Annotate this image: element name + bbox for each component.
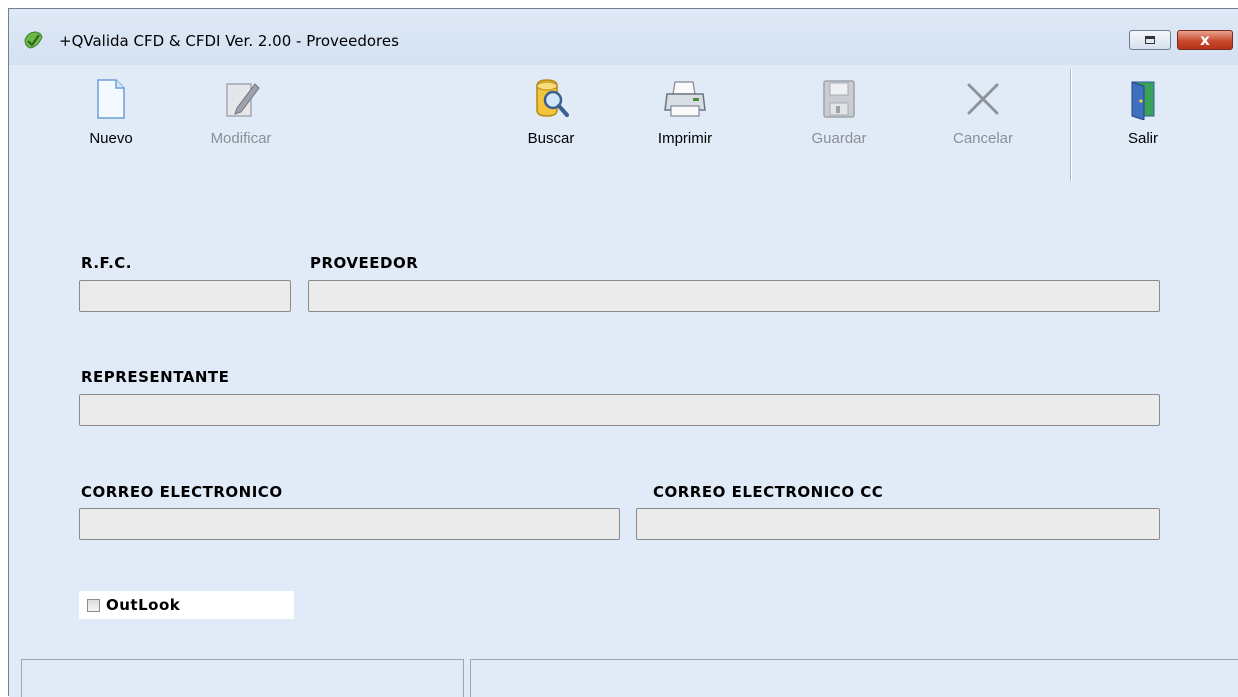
- correo-label: CORREO ELECTRONICO: [81, 483, 283, 501]
- rfc-label: R.F.C.: [81, 254, 132, 272]
- salir-label: Salir: [1127, 130, 1158, 147]
- salir-button[interactable]: Salir: [1093, 77, 1193, 147]
- app-window: +QValida CFD & CFDI Ver. 2.00 - Proveedo…: [8, 8, 1238, 697]
- correo-cc-label: CORREO ELECTRONICO CC: [653, 483, 884, 501]
- guardar-button[interactable]: Guardar: [789, 77, 889, 147]
- search-icon: [536, 79, 569, 117]
- outlook-option[interactable]: OutLook: [79, 591, 294, 619]
- guardar-label: Guardar: [811, 130, 867, 147]
- modificar-button[interactable]: Modificar: [191, 77, 291, 147]
- buscar-button[interactable]: Buscar: [501, 77, 601, 147]
- imprimir-button[interactable]: Imprimir: [635, 77, 735, 147]
- new-document-icon: [97, 79, 125, 119]
- status-bar: [9, 659, 1238, 697]
- edit-icon: [226, 83, 260, 117]
- close-button[interactable]: x: [1177, 30, 1233, 50]
- close-icon: x: [1200, 30, 1210, 49]
- save-icon: [823, 80, 855, 118]
- representante-input[interactable]: [79, 394, 1160, 426]
- correo-input[interactable]: [79, 508, 620, 540]
- window-title: +QValida CFD & CFDI Ver. 2.00 - Proveedo…: [59, 32, 399, 50]
- app-logo-icon: [24, 31, 43, 49]
- toolbar-separator: [1070, 69, 1072, 181]
- printer-icon: [664, 81, 706, 117]
- rfc-input[interactable]: [79, 280, 291, 312]
- proveedor-input[interactable]: [308, 280, 1160, 312]
- imprimir-label: Imprimir: [657, 130, 713, 147]
- outlook-checkbox[interactable]: [87, 598, 100, 612]
- restore-icon: [1145, 36, 1155, 44]
- outlook-label: OutLook: [106, 596, 181, 614]
- nuevo-button[interactable]: Nuevo: [61, 77, 161, 147]
- buscar-label: Buscar: [527, 130, 575, 147]
- exit-door-icon: [1131, 81, 1155, 120]
- restore-button[interactable]: [1129, 30, 1171, 50]
- status-pane-left: [21, 659, 464, 697]
- status-pane-right: [470, 659, 1238, 697]
- cancelar-button[interactable]: Cancelar: [933, 77, 1033, 147]
- proveedor-label: PROVEEDOR: [310, 254, 419, 272]
- correo-cc-input[interactable]: [636, 508, 1160, 540]
- representante-label: REPRESENTANTE: [81, 368, 230, 386]
- cancelar-label: Cancelar: [952, 130, 1014, 147]
- nuevo-label: Nuevo: [89, 130, 133, 147]
- title-bar[interactable]: +QValida CFD & CFDI Ver. 2.00 - Proveedo…: [9, 9, 1238, 65]
- cancel-x-icon: [967, 83, 999, 115]
- modificar-label: Modificar: [210, 130, 272, 147]
